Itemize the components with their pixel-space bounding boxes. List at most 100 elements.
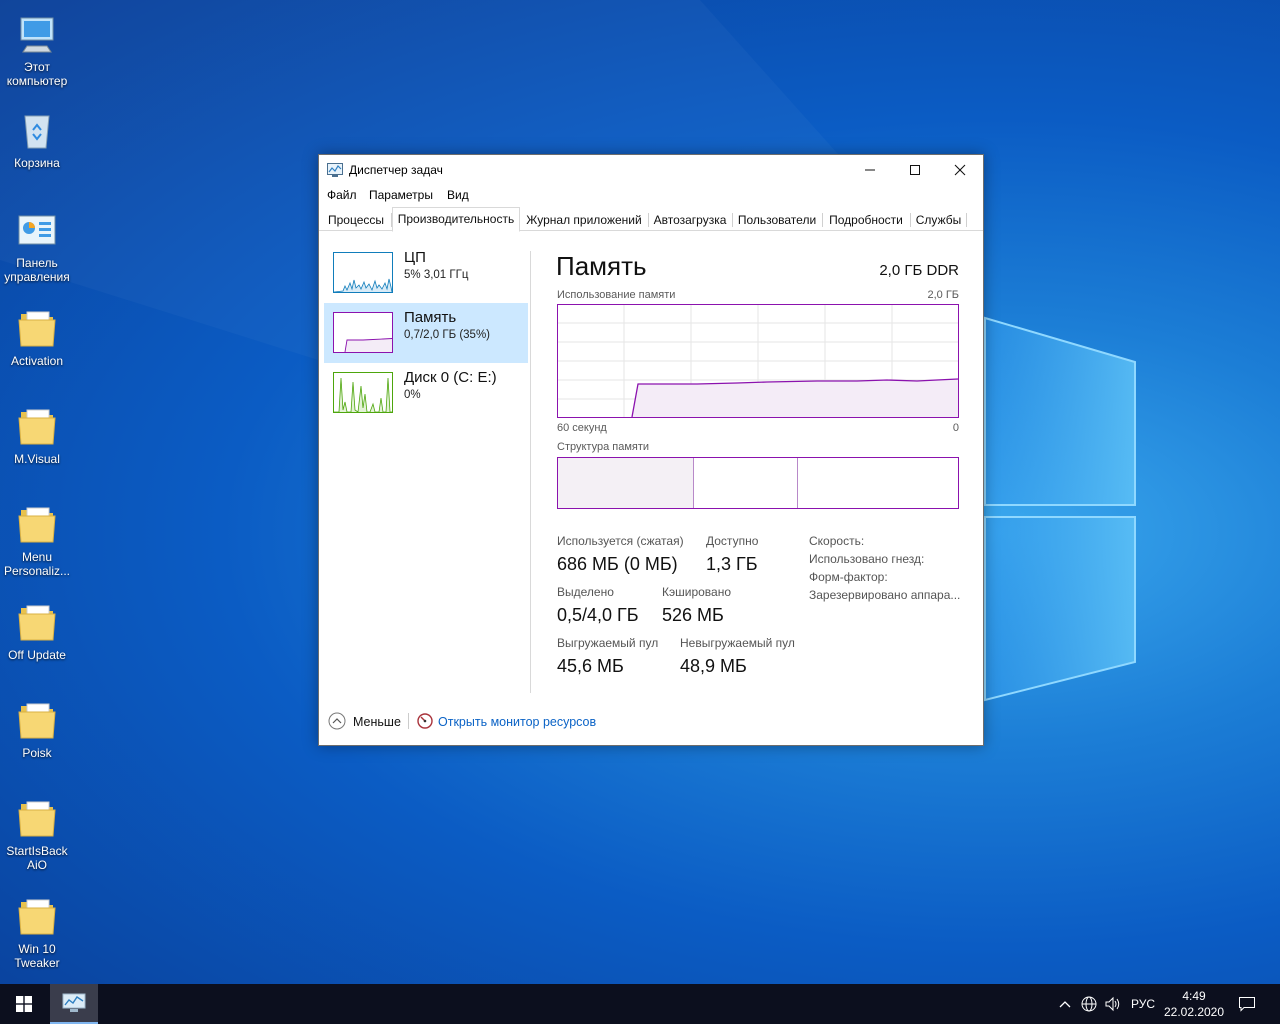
paged-pool-value: 45,6 МБ [557,656,624,676]
menu-bar: Файл Параметры Вид [319,185,983,207]
chevron-up-icon [1059,1001,1071,1008]
desktop-icon-1[interactable]: Корзина [2,108,72,170]
desktop-icon-label: Poisk [22,746,52,760]
close-icon [954,164,966,176]
desktop-icon-label: M.Visual [14,452,60,466]
input-language-button[interactable]: РУС [1126,984,1160,1024]
clock[interactable]: 4:49 22.02.2020 [1160,988,1228,1020]
task-manager-icon [327,163,343,177]
windows-logo-icon [16,996,32,1012]
folder-icon [15,600,59,644]
sidebar-item-cpu[interactable]: ЦП 5% 3,01 ГГц [324,243,528,303]
sidebar-cpu-title: ЦП [404,249,426,266]
in-use-value: 686 МБ (0 МБ) [557,554,678,574]
folder-icon [15,404,59,448]
desktop-icon-label-line2: управления [4,270,70,284]
hardware-reserved-label: Зарезервировано аппара... [809,588,961,602]
desktop-icon-label: Activation [10,354,64,368]
tab-startup[interactable]: Автозагрузка [649,211,731,231]
desktop-icon-label: Панель [16,256,58,270]
folder-icon [15,698,59,742]
desktop-icon-label: Win 10 [18,942,56,956]
memory-usage-graph [557,304,959,418]
menu-options[interactable]: Параметры [369,188,433,202]
desktop-icon-label-line2: компьютер [6,74,68,88]
graph-time-right: 0 [952,422,959,434]
fewer-details-button[interactable]: Меньше [353,715,401,729]
speaker-icon [1105,996,1120,1012]
network-button[interactable] [1078,984,1100,1024]
tab-performance[interactable]: Производительность [392,207,520,232]
structure-label: Структура памяти [557,441,650,453]
memory-structure-bar [557,457,959,509]
slots-label: Использовано гнезд: [809,552,925,566]
volume-button[interactable] [1102,984,1124,1024]
task-manager-window: Диспетчер задач Файл Параметры Вид Проце… [318,154,984,746]
sidebar-memory-title: Память [404,309,457,326]
title-bar[interactable]: Диспетчер задач [319,155,983,185]
start-button[interactable] [0,984,48,1024]
structure-in-use [558,458,694,508]
menu-view[interactable]: Вид [447,188,469,202]
sidebar-item-disk[interactable]: Диск 0 (C: E:) 0% [324,363,528,423]
desktop-icon-label: Menu [21,550,53,564]
desktop-icon-9[interactable]: Win 10 Tweaker [2,894,72,970]
show-hidden-icons-button[interactable] [1056,984,1074,1024]
available-value: 1,3 ГБ [706,554,758,574]
action-center-button[interactable] [1232,984,1262,1024]
desktop-icon-6[interactable]: Off Update [2,600,72,662]
desktop-icon-label-line2: Personaliz... [3,564,71,578]
desktop-icon-label-line2: Tweaker [14,956,60,970]
memory-thumbnail-graph [333,312,393,353]
desktop-icon-5[interactable]: Menu Personaliz... [2,502,72,578]
tab-bar: Процессы Производительность Журнал прило… [319,207,983,232]
sidebar-memory-subtitle: 0,7/2,0 ГБ (35%) [404,329,491,341]
folder-icon [15,502,59,546]
notification-icon [1239,997,1255,1012]
tab-details[interactable]: Подробности [823,211,909,231]
maximize-icon [910,165,920,175]
task-manager-icon [62,993,86,1012]
desktop-icon-3[interactable]: Activation [2,306,72,368]
tab-services[interactable]: Службы [911,211,966,231]
nonpaged-pool-value: 48,9 МБ [680,656,747,676]
desktop-icon-2[interactable]: Панель управления [2,208,72,284]
control-panel-icon [15,208,59,252]
nonpaged-pool-label: Невыгружаемый пул [680,636,795,650]
close-button[interactable] [937,155,983,185]
desktop-icon-4[interactable]: M.Visual [2,404,72,466]
globe-icon [1081,996,1097,1012]
desktop-icon-7[interactable]: Poisk [2,698,72,760]
minimize-button[interactable] [847,155,893,185]
desktop-icon-8[interactable]: StartIsBack AiO [2,796,72,872]
sidebar-item-memory[interactable]: Память 0,7/2,0 ГБ (35%) [324,303,528,363]
folder-icon [15,306,59,350]
folder-icon [15,796,59,840]
menu-file[interactable]: Файл [327,188,357,202]
taskbar-task-manager-button[interactable] [50,984,98,1024]
computer-icon [15,12,59,56]
cpu-thumbnail-graph [333,252,393,293]
window-title: Диспетчер задач [349,163,443,177]
clock-time: 4:49 [1182,989,1206,1003]
available-label: Доступно [706,534,759,548]
speed-label: Скорость: [809,534,865,548]
tab-app-history[interactable]: Журнал приложений [521,211,647,231]
clock-date: 22.02.2020 [1163,1005,1225,1019]
in-use-label: Используется (сжатая) [557,534,684,548]
memory-type: 2,0 ГБ DDR [879,262,959,279]
maximize-button[interactable] [892,155,938,185]
cached-value: 526 МБ [662,605,724,625]
recycle-bin-icon [15,108,59,152]
folder-icon [15,894,59,938]
tab-processes[interactable]: Процессы [322,211,390,231]
graph-time-left: 60 секунд [557,422,607,434]
chevron-up-circle-icon[interactable] [328,712,346,730]
desktop-icon-0[interactable]: Этот компьютер [2,12,72,88]
open-resource-monitor-link[interactable]: Открыть монитор ресурсов [438,715,596,729]
usage-graph-label: Использование памяти [557,289,676,301]
resource-monitor-icon [417,713,433,729]
tab-users[interactable]: Пользователи [733,211,821,231]
desktop-icon-label: Off Update [8,648,66,662]
committed-label: Выделено [557,585,614,599]
